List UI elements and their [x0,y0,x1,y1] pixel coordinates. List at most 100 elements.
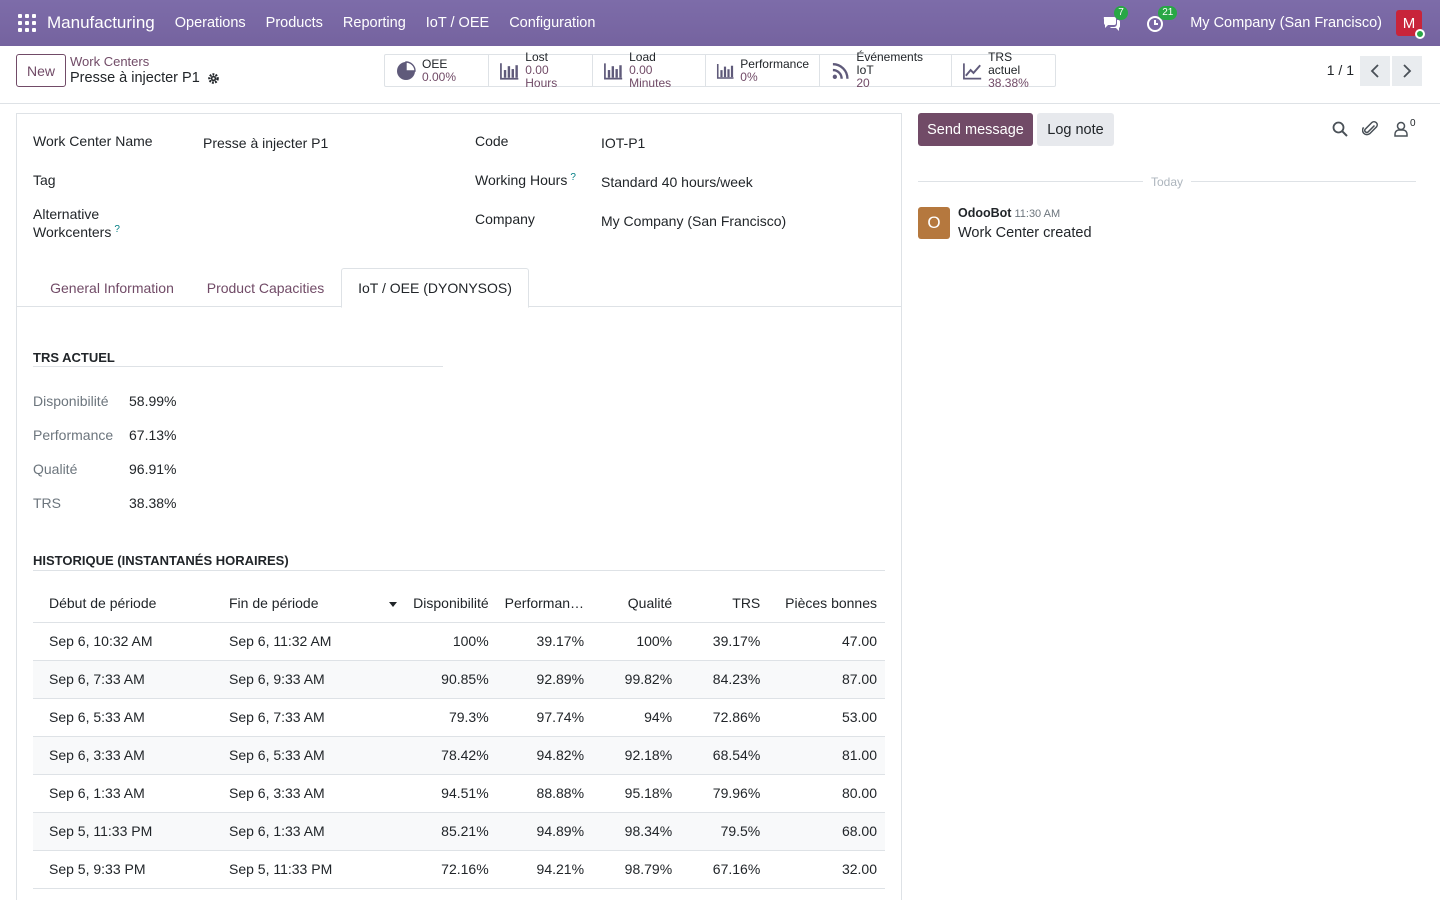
menu-products[interactable]: Products [266,15,323,31]
col-performance[interactable]: Performan… [496,584,593,623]
rss-icon [832,62,849,79]
notebook-tabs: General Information Product Capacities I… [17,268,901,308]
bar-chart-icon [500,62,519,80]
smart-button-trs[interactable]: TRS actuel 38.38% [952,51,1055,90]
col-performance-label: Performan… [504,594,585,611]
table-row[interactable]: Sep 6, 10:32 AM Sep 6, 11:32 AM 100% 39.17%… [33,622,885,661]
messages-badge: 7 [1114,6,1128,20]
activities-badge: 21 [1158,6,1178,20]
cell-qualite: 100% [592,622,681,661]
help-tooltip-icon[interactable]: ? [114,224,120,235]
cell-disponibilite: 90.85% [404,660,497,699]
cell-trs: 79.96% [680,774,769,813]
col-disponibilite[interactable]: Disponibilité [404,584,497,623]
table-row[interactable]: Sep 6, 3:33 AM Sep 6, 5:33 AM 78.42% 94.82%… [33,736,885,775]
cell-fin-periode: Sep 6, 5:33 AM [220,736,405,775]
history-table-body: Sep 6, 10:32 AM Sep 6, 11:32 AM 100% 39.17%… [33,622,885,889]
trs-disponibilite-value: 58.99% [129,393,177,409]
alternative-workcenters-field[interactable] [203,214,443,234]
table-row[interactable]: Sep 6, 7:33 AM Sep 6, 9:33 AM 90.85% 92.89%… [33,660,885,699]
smart-value-iot-events: 20 [856,76,870,90]
cell-debut-periode: Sep 6, 5:33 AM [33,698,221,737]
working-hours-field[interactable]: Standard 40 hours/week [601,174,753,190]
message-author-avatar[interactable]: O [918,207,950,239]
smart-button-oee[interactable]: OEE 0.00% [385,55,489,86]
cell-pieces-bonnes: 87.00 [768,660,885,699]
activities-button[interactable]: 21 [1146,6,1178,33]
breadcrumb-parent[interactable]: Work Centers [70,54,149,69]
col-pieces-bonnes-label: Pièces bonnes [785,594,877,611]
alternative-workcenters-label-line2: Workcenters [33,224,112,240]
smart-button-performance[interactable]: Performance 0% [706,55,820,86]
tag-field[interactable] [203,172,443,192]
new-button[interactable]: New [16,54,66,87]
search-icon[interactable] [1331,120,1349,138]
cell-debut-periode: Sep 6, 1:33 AM [33,774,221,813]
menu-configuration[interactable]: Configuration [509,15,595,31]
messages-button[interactable]: 7 [1102,6,1128,33]
pie-chart-icon [397,60,416,80]
pager-counter[interactable]: 1 / 1 [1327,62,1354,78]
log-note-button[interactable]: Log note [1037,113,1114,146]
message-author[interactable]: OdooBot [958,206,1011,220]
trs-trs-value: 38.38% [129,495,177,511]
app-name[interactable]: Manufacturing [47,13,155,33]
col-debut-periode[interactable]: Début de période [33,584,221,623]
tab-iot-oee[interactable]: IoT / OEE (DYONYSOS) [341,268,529,308]
user-avatar[interactable]: M [1396,10,1425,39]
table-row[interactable]: Sep 5, 11:33 PM Sep 6, 1:33 AM 85.21% 94.89… [33,812,885,851]
trs-trs-label: TRS [33,495,61,511]
cell-fin-periode: Sep 6, 11:32 AM [220,622,405,661]
menu-reporting[interactable]: Reporting [343,15,406,31]
send-message-button[interactable]: Send message [918,113,1033,146]
tab-product-capacities[interactable]: Product Capacities [191,268,340,307]
smart-value-lost: 0.00 Hours [525,63,558,90]
paperclip-icon[interactable] [1362,120,1380,138]
smart-button-iot-events[interactable]: Événements IoT 20 [820,51,952,90]
cell-qualite: 99.82% [592,660,681,699]
company-switcher[interactable]: My Company (San Francisco) [1190,15,1382,31]
menu-operations[interactable]: Operations [175,15,246,31]
cell-performance: 88.88% [496,774,593,813]
cell-performance: 94.89% [496,812,593,851]
working-hours-label: Working Hours? [475,172,576,188]
menu-iot-oee[interactable]: IoT / OEE [426,15,489,31]
cell-performance: 92.89% [496,660,593,699]
col-trs[interactable]: TRS [680,584,769,623]
apps-grid-icon[interactable] [18,14,36,32]
pager-next-button[interactable] [1392,56,1422,86]
col-fin-periode[interactable]: Fin de période [220,584,405,623]
table-row[interactable]: Sep 6, 1:33 AM Sep 6, 3:33 AM 94.51% 88.88%… [33,774,885,813]
company-field[interactable]: My Company (San Francisco) [601,213,786,229]
pager-previous-button[interactable] [1360,56,1390,86]
code-field[interactable]: IOT-P1 [601,135,645,151]
gear-icon[interactable] [207,72,220,85]
cell-qualite: 92.18% [592,736,681,775]
help-tooltip-icon[interactable]: ? [570,172,576,183]
smart-label-trs: TRS actuel [988,50,1021,77]
table-row[interactable]: Sep 5, 9:33 PM Sep 5, 11:33 PM 72.16% 94.21… [33,850,885,889]
line-chart-icon [963,62,982,80]
smart-button-lost[interactable]: Lost 0.00 Hours [489,51,593,90]
smart-value-performance: 0% [740,69,758,84]
cell-trs: 39.17% [680,622,769,661]
cell-fin-periode: Sep 6, 9:33 AM [220,660,405,699]
smart-button-load[interactable]: Load 0.00 Minutes [593,51,706,90]
history-separator [33,570,885,571]
tab-general-information[interactable]: General Information [34,268,190,307]
cell-debut-periode: Sep 5, 9:33 PM [33,850,221,889]
table-row[interactable]: Sep 6, 5:33 AM Sep 6, 7:33 AM 79.3% 97.74% 9… [33,698,885,737]
trs-qualite-value: 96.91% [129,461,177,477]
followers-icon[interactable] [1393,120,1411,138]
cell-pieces-bonnes: 68.00 [768,812,885,851]
bar-chart-icon [716,63,734,79]
col-pieces-bonnes[interactable]: Pièces bonnes [768,584,885,623]
cell-fin-periode: Sep 6, 3:33 AM [220,774,405,813]
date-separator-right [1191,181,1416,182]
work-center-name-field[interactable]: Presse à injecter P1 [203,135,328,151]
smart-label-performance: Performance [740,56,809,71]
trs-performance-value: 67.13% [129,427,177,443]
message-body: Work Center created [958,225,1092,241]
col-qualite[interactable]: Qualité [592,584,681,623]
table-header-row: Début de période Fin de période Disponib… [33,584,885,623]
